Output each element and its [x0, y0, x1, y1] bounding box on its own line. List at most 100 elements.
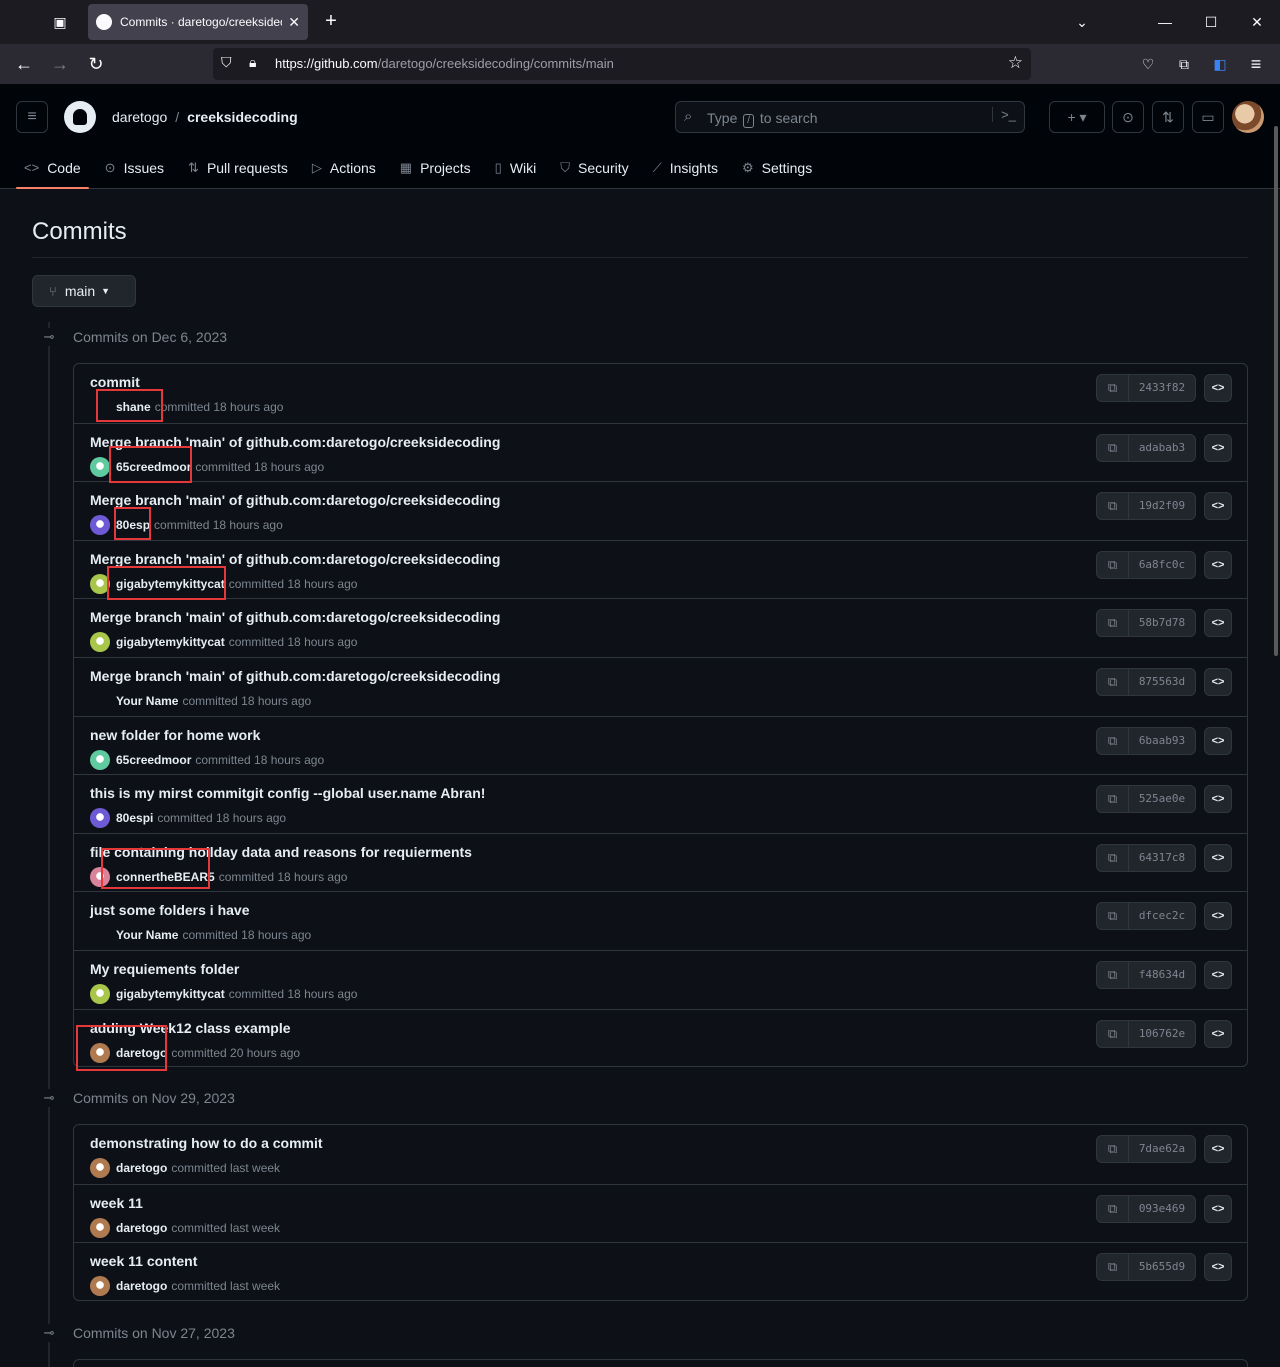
issues-icon[interactable]: ⊙: [1112, 101, 1144, 133]
author-link[interactable]: 65creedmoor: [116, 460, 191, 474]
pocket-icon[interactable]: ♡: [1136, 52, 1160, 76]
commit-message-link[interactable]: week 11 content: [90, 1253, 197, 1269]
commit-message-link[interactable]: Merge branch 'main' of github.com:dareto…: [90, 609, 500, 625]
author-avatar[interactable]: [90, 808, 110, 829]
bookmark-star-icon[interactable]: ☆: [1008, 53, 1023, 73]
tab-code[interactable]: <> Code: [16, 146, 89, 189]
author-link[interactable]: daretogo: [116, 1046, 167, 1060]
author-link[interactable]: 65creedmoor: [116, 753, 191, 767]
browse-repo-code-icon[interactable]: <>: [1204, 960, 1232, 989]
copy-sha-icon[interactable]: ⧉: [1097, 1136, 1129, 1162]
maximize-icon[interactable]: ☐: [1198, 10, 1224, 34]
commit-message-link[interactable]: this is my mirst commitgit config --glob…: [90, 785, 485, 801]
minimize-icon[interactable]: —: [1152, 10, 1178, 34]
pull-requests-icon[interactable]: ⇅: [1152, 101, 1184, 133]
copy-sha-icon[interactable]: ⧉: [1097, 493, 1129, 520]
reload-icon[interactable]: ↻: [84, 52, 108, 76]
author-avatar[interactable]: [90, 1217, 110, 1238]
commit-message-link[interactable]: Merge branch 'main' of github.com:dareto…: [90, 668, 500, 684]
tab-security[interactable]: ⛉ Security: [552, 146, 636, 189]
commit-message-link[interactable]: commit: [90, 374, 140, 390]
browse-repo-code-icon[interactable]: <>: [1204, 1253, 1232, 1282]
new-tab-icon[interactable]: +: [320, 10, 342, 34]
commit-sha-link[interactable]: 106762e: [1129, 1021, 1195, 1047]
copy-sha-icon[interactable]: ⧉: [1097, 610, 1129, 637]
browse-repo-code-icon[interactable]: <>: [1204, 902, 1232, 931]
copy-sha-icon[interactable]: ⧉: [1097, 1195, 1129, 1222]
url-text[interactable]: https://github.com/daretogo/creeksidecod…: [275, 56, 614, 71]
commit-sha-link[interactable]: 7dae62a: [1129, 1136, 1195, 1162]
lock-icon[interactable]: 🔒︎: [249, 54, 256, 71]
github-logo-icon[interactable]: [64, 101, 96, 133]
copy-sha-icon[interactable]: ⧉: [1097, 434, 1129, 461]
author-link[interactable]: 80esp: [116, 518, 150, 532]
commit-sha-link[interactable]: 525ae0e: [1129, 786, 1195, 812]
commit-sha-link[interactable]: 64317c8: [1129, 845, 1195, 871]
browse-repo-code-icon[interactable]: <>: [1204, 1019, 1232, 1048]
commit-sha-link[interactable]: 58b7d78: [1129, 610, 1195, 636]
branch-select-button[interactable]: ⑂ main ▼: [32, 275, 136, 307]
commit-message-link[interactable]: demonstrating how to do a commit: [90, 1135, 323, 1151]
close-tab-icon[interactable]: ✕: [288, 14, 300, 31]
browse-repo-code-icon[interactable]: <>: [1204, 609, 1232, 638]
tab-issues[interactable]: ⊙ Issues: [97, 146, 172, 189]
copy-sha-icon[interactable]: ⧉: [1097, 727, 1129, 754]
commit-sha-link[interactable]: 6a8fc0c: [1129, 552, 1195, 578]
author-avatar[interactable]: [90, 1158, 110, 1178]
tab-projects[interactable]: ▦ Projects: [392, 146, 479, 189]
copy-sha-icon[interactable]: ⧉: [1097, 1020, 1129, 1047]
author-avatar[interactable]: [90, 749, 110, 770]
commit-sha-link[interactable]: 093e469: [1129, 1196, 1195, 1222]
user-avatar[interactable]: [1232, 101, 1264, 133]
author-link[interactable]: daretogo: [116, 1279, 167, 1293]
author-link[interactable]: daretogo: [116, 1161, 167, 1175]
author-avatar[interactable]: [90, 397, 110, 417]
commit-message-link[interactable]: Merge branch 'main' of github.com:dareto…: [90, 551, 500, 567]
browser-tab[interactable]: Commits · daretogo/creeksidecoding ✕: [88, 4, 308, 40]
scrollbar-thumb[interactable]: [1274, 126, 1278, 656]
commit-message-link[interactable]: just some folders i have: [90, 902, 250, 918]
commit-message-link[interactable]: file containing hoilday data and reasons…: [90, 844, 472, 860]
author-link[interactable]: gigabytemykittycat: [116, 635, 225, 649]
browse-repo-code-icon[interactable]: <>: [1204, 1194, 1232, 1223]
tab-list-icon[interactable]: ▣: [48, 10, 72, 34]
copy-sha-icon[interactable]: ⧉: [1097, 551, 1129, 578]
hamburger-menu-icon[interactable]: ≡: [16, 101, 48, 133]
author-avatar[interactable]: [90, 573, 110, 594]
commit-message-link[interactable]: Merge branch 'main' of github.com:dareto…: [90, 434, 500, 450]
url-bar[interactable]: ⛉ 🔒︎ https://github.com/daretogo/creeksi…: [213, 48, 1031, 80]
author-link[interactable]: Your Name: [116, 928, 178, 942]
author-link[interactable]: connertheBEAR5: [116, 870, 215, 884]
tab-actions[interactable]: ▷ Actions: [304, 146, 384, 189]
author-avatar[interactable]: [90, 983, 110, 1004]
author-avatar[interactable]: [90, 456, 110, 477]
copy-sha-icon[interactable]: ⧉: [1097, 786, 1129, 813]
copy-sha-icon[interactable]: ⧉: [1097, 668, 1129, 695]
back-arrow-icon[interactable]: ←: [12, 52, 36, 76]
commit-message-link[interactable]: new folder for home work: [90, 727, 260, 743]
commit-message-link[interactable]: week 11: [90, 1195, 143, 1211]
commit-message-link[interactable]: adding Week12 class example: [90, 1020, 291, 1036]
browse-repo-code-icon[interactable]: <>: [1204, 785, 1232, 814]
browse-repo-code-icon[interactable]: <>: [1204, 843, 1232, 872]
commit-message-link[interactable]: My requiements folder: [90, 961, 239, 977]
author-link[interactable]: gigabytemykittycat: [116, 987, 225, 1001]
commit-sha-link[interactable]: adabab3: [1129, 435, 1195, 461]
browse-repo-code-icon[interactable]: <>: [1204, 1135, 1232, 1163]
tab-overflow-chevron-icon[interactable]: ⌄: [1069, 10, 1095, 34]
author-avatar[interactable]: [90, 925, 110, 945]
copy-sha-icon[interactable]: ⧉: [1097, 903, 1129, 930]
extensions-icon[interactable]: ⧉: [1172, 52, 1196, 76]
page-scrollbar[interactable]: [1272, 126, 1280, 1367]
author-avatar[interactable]: [90, 632, 110, 653]
author-link[interactable]: daretogo: [116, 1221, 167, 1235]
browse-repo-code-icon[interactable]: <>: [1204, 726, 1232, 755]
create-new-button[interactable]: + ▾: [1049, 101, 1105, 133]
bitwarden-icon[interactable]: ◧: [1208, 52, 1232, 76]
commit-sha-link[interactable]: 5b655d9: [1129, 1254, 1195, 1280]
copy-sha-icon[interactable]: ⧉: [1097, 1254, 1129, 1281]
browse-repo-code-icon[interactable]: <>: [1204, 550, 1232, 579]
tab-pull-requests[interactable]: ⇅ Pull requests: [180, 146, 296, 189]
commit-sha-link[interactable]: f48634d: [1129, 962, 1195, 988]
browse-repo-code-icon[interactable]: <>: [1204, 492, 1232, 521]
